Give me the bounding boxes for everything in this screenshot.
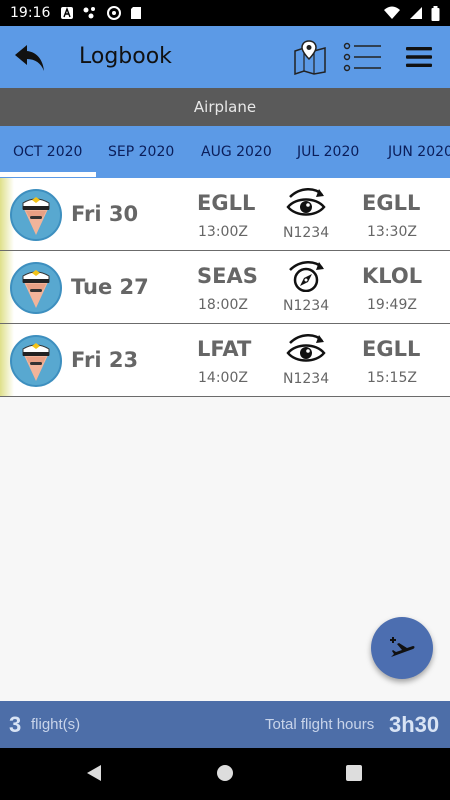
active-tab-indicator	[0, 172, 96, 177]
pilot-icon	[22, 197, 50, 235]
tab-sep-2020[interactable]: SEP 2020	[108, 126, 174, 178]
aircraft-registration: N1234	[283, 298, 330, 314]
flight-count: 3	[9, 712, 22, 737]
pilot-icon	[22, 343, 50, 381]
sync-app-icon	[107, 6, 122, 20]
status-time: 19:16	[10, 5, 51, 21]
tab-aug-2020[interactable]: AUG 2020	[201, 126, 272, 178]
eye-arrow-icon	[286, 188, 326, 216]
flight-date: Fri 30	[71, 202, 139, 226]
departure-airport: LFAT	[197, 337, 252, 361]
pilot-icon	[22, 270, 50, 308]
system-nav-bar	[0, 748, 450, 800]
aircraft-category-header: Airplane	[0, 88, 450, 126]
departure-time: 13:00Z	[198, 224, 248, 240]
add-flight-icon	[390, 637, 415, 657]
sdcard-icon	[131, 7, 142, 19]
wifi-icon	[384, 6, 400, 19]
notification-icons	[60, 5, 142, 21]
total-hours-value: 3h30	[389, 712, 440, 737]
flight-row[interactable]: Tue 27 SEAS 18:00Z N1234 KLOL 19:49Z	[0, 251, 450, 324]
eye-arrow-icon	[286, 334, 326, 362]
map-pin-icon[interactable]	[292, 39, 328, 75]
nav-home-icon[interactable]	[217, 765, 233, 781]
flight-count-label: flight(s)	[31, 716, 81, 733]
arrival-time: 13:30Z	[367, 224, 417, 240]
pilot-avatar	[10, 189, 62, 241]
flight-list: Fri 30 EGLL 13:00Z N1234 EGLL 13:30Z Tue	[0, 178, 450, 397]
dots-app-icon	[83, 7, 96, 19]
flight-date: Tue 27	[71, 275, 149, 299]
aircraft-registration: N1234	[283, 371, 330, 387]
list-view-icon[interactable]	[343, 42, 383, 72]
tab-jul-2020[interactable]: JUL 2020	[297, 126, 359, 178]
add-flight-button[interactable]	[371, 617, 433, 679]
departure-time: 14:00Z	[198, 370, 248, 386]
battery-icon	[431, 5, 440, 21]
departure-time: 18:00Z	[198, 297, 248, 313]
arrival-time: 19:49Z	[367, 297, 417, 313]
pilot-avatar	[10, 335, 62, 387]
nav-back-icon[interactable]	[86, 764, 102, 782]
pilot-avatar	[10, 262, 62, 314]
arrival-airport: EGLL	[362, 191, 421, 215]
compass-arrow-icon	[289, 261, 324, 292]
arrival-time: 15:15Z	[367, 370, 417, 386]
flight-row[interactable]: Fri 30 EGLL 13:00Z N1234 EGLL 13:30Z	[0, 178, 450, 251]
hamburger-menu-icon[interactable]	[404, 44, 434, 70]
font-app-icon	[61, 7, 74, 19]
signal-icon	[410, 7, 422, 19]
back-arrow-icon[interactable]	[12, 39, 48, 75]
status-bar: 19:16	[0, 0, 450, 26]
arrival-airport: KLOL	[362, 264, 423, 288]
flight-row[interactable]: Fri 23 LFAT 14:00Z N1234 EGLL 15:15Z	[0, 324, 450, 397]
arrival-airport: EGLL	[362, 337, 421, 361]
departure-airport: SEAS	[197, 264, 258, 288]
flight-date: Fri 23	[71, 348, 139, 372]
total-hours-label: Total flight hours	[265, 716, 375, 733]
tab-oct-2020[interactable]: OCT 2020	[13, 126, 82, 178]
system-icons	[383, 5, 440, 21]
aircraft-category-label: Airplane	[193, 98, 257, 116]
app-bar: Logbook	[0, 26, 450, 88]
aircraft-registration: N1234	[283, 225, 330, 241]
page-title: Logbook	[79, 44, 172, 69]
nav-recents-icon[interactable]	[346, 765, 362, 781]
tab-jun-2020[interactable]: JUN 2020	[388, 126, 450, 178]
month-tabs: OCT 2020 SEP 2020 AUG 2020 JUL 2020 JUN …	[0, 126, 450, 178]
totals-bar: 3 flight(s) Total flight hours 3h30	[0, 701, 450, 748]
departure-airport: EGLL	[197, 191, 256, 215]
